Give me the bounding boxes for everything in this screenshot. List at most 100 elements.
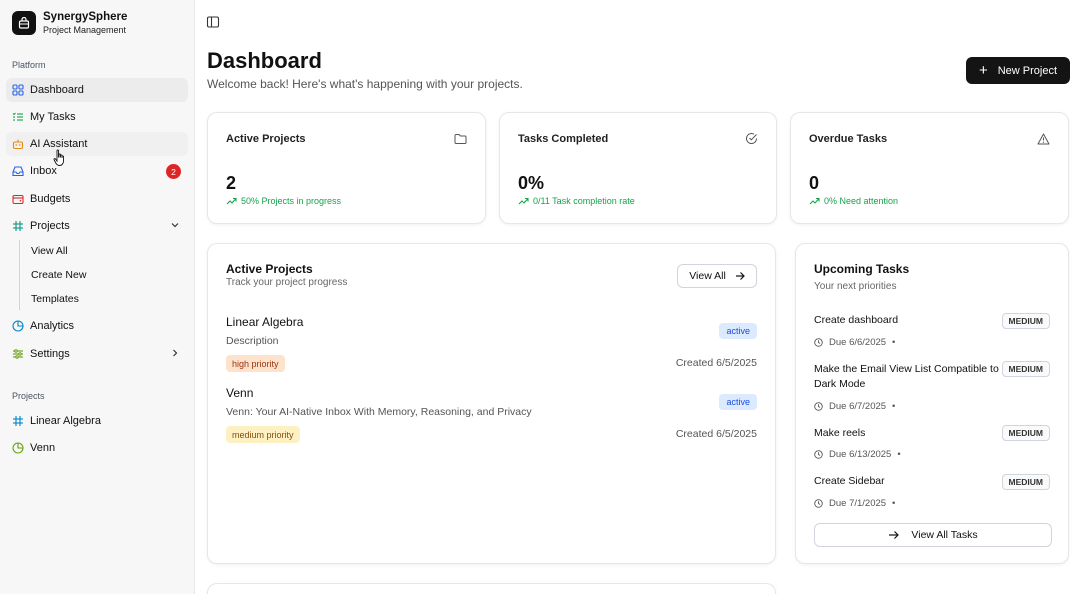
submenu-create-new[interactable]: Create New	[25, 264, 185, 286]
project-description: Description	[226, 335, 279, 347]
task-name[interactable]: Make the Email View List Compatible to D…	[814, 362, 1000, 392]
hash-icon	[12, 220, 24, 232]
stat-card-tasks-completed: Tasks Completed 0% 0/11 Task completion …	[499, 112, 777, 224]
new-project-button[interactable]: + New Project	[966, 57, 1070, 84]
inbox-count-badge: 2	[166, 164, 181, 179]
pie-icon	[12, 320, 24, 332]
clock-icon	[814, 450, 823, 459]
list-icon	[12, 111, 24, 123]
sidebar-item-label: Projects	[30, 220, 70, 232]
task-due: Due 6/6/2025 •	[814, 337, 895, 348]
sidebar-item-dashboard[interactable]: Dashboard	[6, 78, 188, 102]
folder-icon	[454, 132, 467, 150]
inbox-icon	[12, 165, 24, 177]
stat-note: 0% Need attention	[809, 196, 898, 206]
sidebar-item-budgets[interactable]: Budgets	[6, 187, 188, 211]
bot-icon	[12, 138, 24, 150]
project-name[interactable]: Linear Algebra	[226, 315, 303, 329]
status-badge: active	[719, 323, 757, 339]
sidebar-project-venn[interactable]: Venn	[6, 436, 188, 460]
trending-up-icon	[809, 197, 820, 205]
sidebar-item-analytics[interactable]: Analytics	[6, 314, 188, 338]
sidebar-project-linear-algebra[interactable]: Linear Algebra	[6, 409, 188, 433]
priority-badge: MEDIUM	[1001, 361, 1050, 377]
project-name[interactable]: Venn	[226, 386, 253, 400]
panel-subtitle: Track your project progress	[226, 277, 348, 288]
sidebar-project-label: Venn	[30, 442, 56, 454]
brand-subtitle: Project Management	[43, 25, 127, 35]
upcoming-tasks-panel: Upcoming Tasks Your next priorities Crea…	[795, 243, 1069, 564]
clock-icon	[814, 338, 823, 347]
arrow-right-icon	[889, 531, 900, 539]
chevron-right-icon[interactable]	[170, 348, 180, 361]
projects-section-label: Projects	[12, 391, 45, 401]
stat-title: Active Projects	[226, 133, 306, 145]
sidebar-item-ai-assistant[interactable]: AI Assistant	[6, 132, 188, 156]
brand[interactable]: SynergySphere Project Management	[12, 10, 127, 36]
sidebar-item-label: My Tasks	[30, 111, 76, 123]
created-date: Created 6/5/2025	[675, 428, 757, 440]
sidebar-item-my-tasks[interactable]: My Tasks	[6, 105, 188, 129]
clock-icon	[814, 499, 823, 508]
task-name[interactable]: Make reels	[814, 426, 1000, 441]
arrow-right-icon	[735, 272, 745, 280]
sidebar-item-label: Budgets	[30, 193, 71, 205]
submenu-templates[interactable]: Templates	[25, 288, 185, 310]
stat-card-active-projects: Active Projects 2 50% Projects in progre…	[207, 112, 486, 224]
view-all-tasks-button[interactable]: View All Tasks	[814, 523, 1052, 547]
task-due-text: Due 6/7/2025	[829, 401, 887, 412]
sidebar-item-projects[interactable]: Projects	[6, 214, 188, 238]
mouse-pointer-icon	[53, 149, 64, 166]
panel-subtitle: Your next priorities	[814, 281, 897, 292]
chevron-down-icon[interactable]	[170, 220, 180, 233]
priority-badge: MEDIUM	[1001, 425, 1050, 441]
priority-tag: medium priority	[226, 426, 300, 443]
stat-note-text: 0% Need attention	[824, 196, 899, 206]
submenu-view-all[interactable]: View All	[25, 240, 185, 262]
sidebar-toggle-icon[interactable]	[206, 15, 222, 31]
sidebar-item-settings[interactable]: Settings	[6, 342, 188, 366]
sidebar-project-label: Linear Algebra	[30, 415, 101, 427]
brand-logo-icon	[12, 11, 36, 35]
clock-icon	[814, 402, 823, 411]
trending-up-icon	[518, 197, 529, 205]
hash-icon	[12, 415, 24, 427]
sidebar-item-label: Settings	[30, 348, 70, 360]
status-badge: active	[719, 394, 757, 410]
wallet-icon	[12, 193, 24, 205]
warning-icon	[1037, 132, 1050, 150]
stat-value: 0%	[518, 173, 545, 193]
priority-badge: MEDIUM	[1001, 313, 1050, 329]
stat-card-overdue-tasks: Overdue Tasks 0 0% Need attention	[790, 112, 1069, 224]
priority-tag: high priority	[226, 355, 285, 372]
created-date: Created 6/5/2025	[675, 357, 757, 369]
task-due: Due 6/13/2025 •	[814, 449, 901, 460]
submenu-guide-line	[19, 240, 20, 310]
view-all-label: View All	[689, 270, 726, 282]
stat-title: Overdue Tasks	[809, 133, 888, 145]
task-due-text: Due 6/13/2025	[829, 449, 892, 460]
stat-note-text: 50% Projects in progress	[241, 196, 342, 206]
stat-note-text: 0/11 Task completion rate	[533, 196, 635, 206]
sidebar-item-label: Analytics	[30, 320, 75, 332]
project-description: Venn: Your AI-Native Inbox With Memory, …	[226, 406, 532, 418]
task-name[interactable]: Create Sidebar	[814, 474, 1000, 489]
panel-title: Upcoming Tasks	[814, 262, 910, 276]
bottom-panel	[207, 583, 776, 594]
stat-value: 0	[809, 173, 820, 193]
task-name[interactable]: Create dashboard	[814, 313, 1000, 328]
stat-title: Tasks Completed	[518, 133, 609, 145]
view-all-projects-button[interactable]: View All	[677, 264, 757, 288]
trending-up-icon	[226, 197, 237, 205]
priority-badge: MEDIUM	[1001, 474, 1050, 490]
stat-note: 50% Projects in progress	[226, 196, 341, 206]
page-title: Dashboard	[207, 48, 322, 73]
brand-name: SynergySphere	[43, 11, 128, 23]
task-due: Due 6/7/2025 •	[814, 401, 895, 412]
sidebar-item-inbox[interactable]: Inbox 2	[6, 159, 188, 183]
pie-icon	[12, 442, 24, 454]
platform-section-label: Platform	[12, 60, 46, 70]
task-due: Due 7/1/2025 •	[814, 498, 895, 509]
sidebar-item-label: Dashboard	[30, 84, 84, 96]
grid-icon	[12, 84, 24, 96]
